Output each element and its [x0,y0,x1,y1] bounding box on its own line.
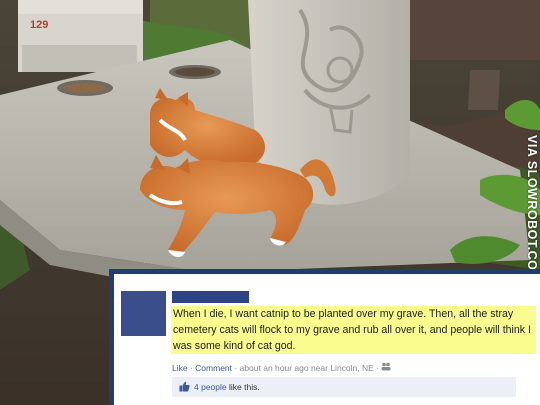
status-text: When I die, I want catnip to be planted … [171,306,536,354]
likes-bar: 4 people like this. [172,377,516,397]
like-link[interactable]: Like [172,363,188,373]
site-watermark: VIA SLOWROBOT.COM [525,135,539,282]
likes-suffix: like this. [229,382,260,392]
avatar[interactable] [121,291,166,336]
stone-number: 129 [30,19,49,31]
thumbs-up-icon [179,381,190,394]
redacted-user-name [172,291,249,303]
post-meta: Like · Comment · about an hour ago near … [172,362,391,373]
post-timestamp[interactable]: about an hour ago near Lincoln, NE [240,363,374,373]
likes-summary: 4 people like this. [194,382,260,392]
comment-link[interactable]: Comment [195,363,232,373]
people-who-like-link[interactable]: 4 people [194,382,227,392]
friends-icon [381,362,391,373]
